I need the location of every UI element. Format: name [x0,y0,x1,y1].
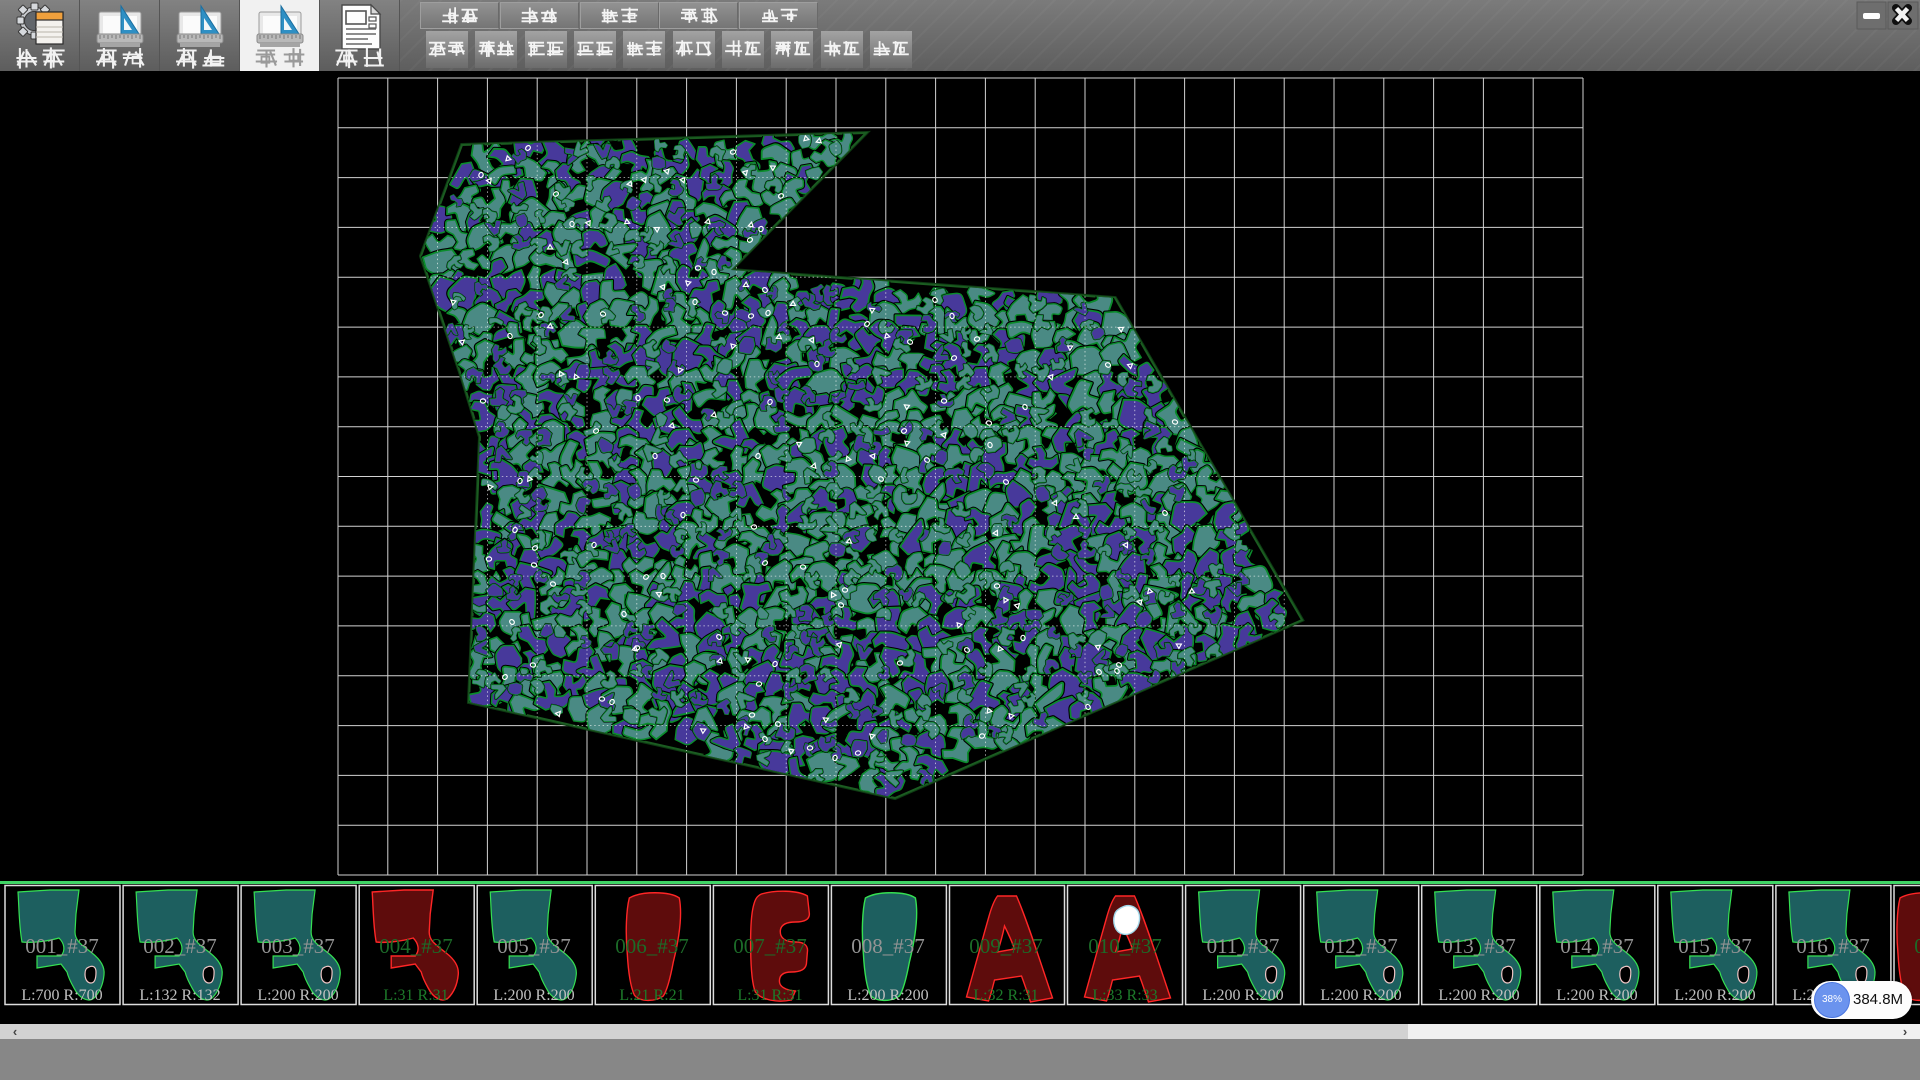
svg-text:017_#37: 017_#37 [1914,934,1920,958]
svg-text:013_#37: 013_#37 [1442,934,1516,958]
svg-text:011_#37: 011_#37 [1207,934,1280,958]
svg-text:009_#37: 009_#37 [969,934,1043,958]
svg-text:004_#37: 004_#37 [379,934,453,958]
svg-text:L:200 R:200: L:200 R:200 [1438,987,1519,1004]
svg-text:L:132 R:132: L:132 R:132 [139,987,220,1004]
svg-text:012_#37: 012_#37 [1324,934,1398,958]
svg-text:006_#37: 006_#37 [615,934,689,958]
svg-text:L:200 R:200: L:200 R:200 [1320,987,1401,1004]
svg-text:005_#37: 005_#37 [497,934,571,958]
svg-text:L:31 R:31: L:31 R:31 [737,987,802,1004]
svg-text:015_#37: 015_#37 [1678,934,1752,958]
svg-text:L:700 R:700: L:700 R:700 [21,987,102,1004]
svg-text:002_#37: 002_#37 [143,934,217,958]
svg-text:L:200 R:200: L:200 R:200 [847,987,928,1004]
svg-text:L:33 R:33: L:33 R:33 [1092,987,1157,1004]
svg-text:008_#37: 008_#37 [851,934,925,958]
svg-text:014_#37: 014_#37 [1560,934,1634,958]
svg-text:010_#37: 010_#37 [1088,934,1162,958]
svg-text:L:200 R:200: L:200 R:200 [1674,987,1755,1004]
svg-text:L:200 R:200: L:200 R:200 [493,987,574,1004]
svg-text:L:200 R:200: L:200 R:200 [1556,987,1637,1004]
svg-text:L:31 R:31: L:31 R:31 [383,987,448,1004]
svg-text:L:32 R:31: L:32 R:31 [973,987,1038,1004]
svg-text:L:200 R:200: L:200 R:200 [257,987,338,1004]
svg-text:016_#37: 016_#37 [1796,934,1870,958]
svg-text:007_#37: 007_#37 [733,934,807,958]
svg-text:L:200 R:200: L:200 R:200 [1202,987,1283,1004]
svg-text:L:21 R:21: L:21 R:21 [619,987,684,1004]
svg-text:003_#37: 003_#37 [261,934,335,958]
svg-text:001_#37: 001_#37 [25,934,99,958]
